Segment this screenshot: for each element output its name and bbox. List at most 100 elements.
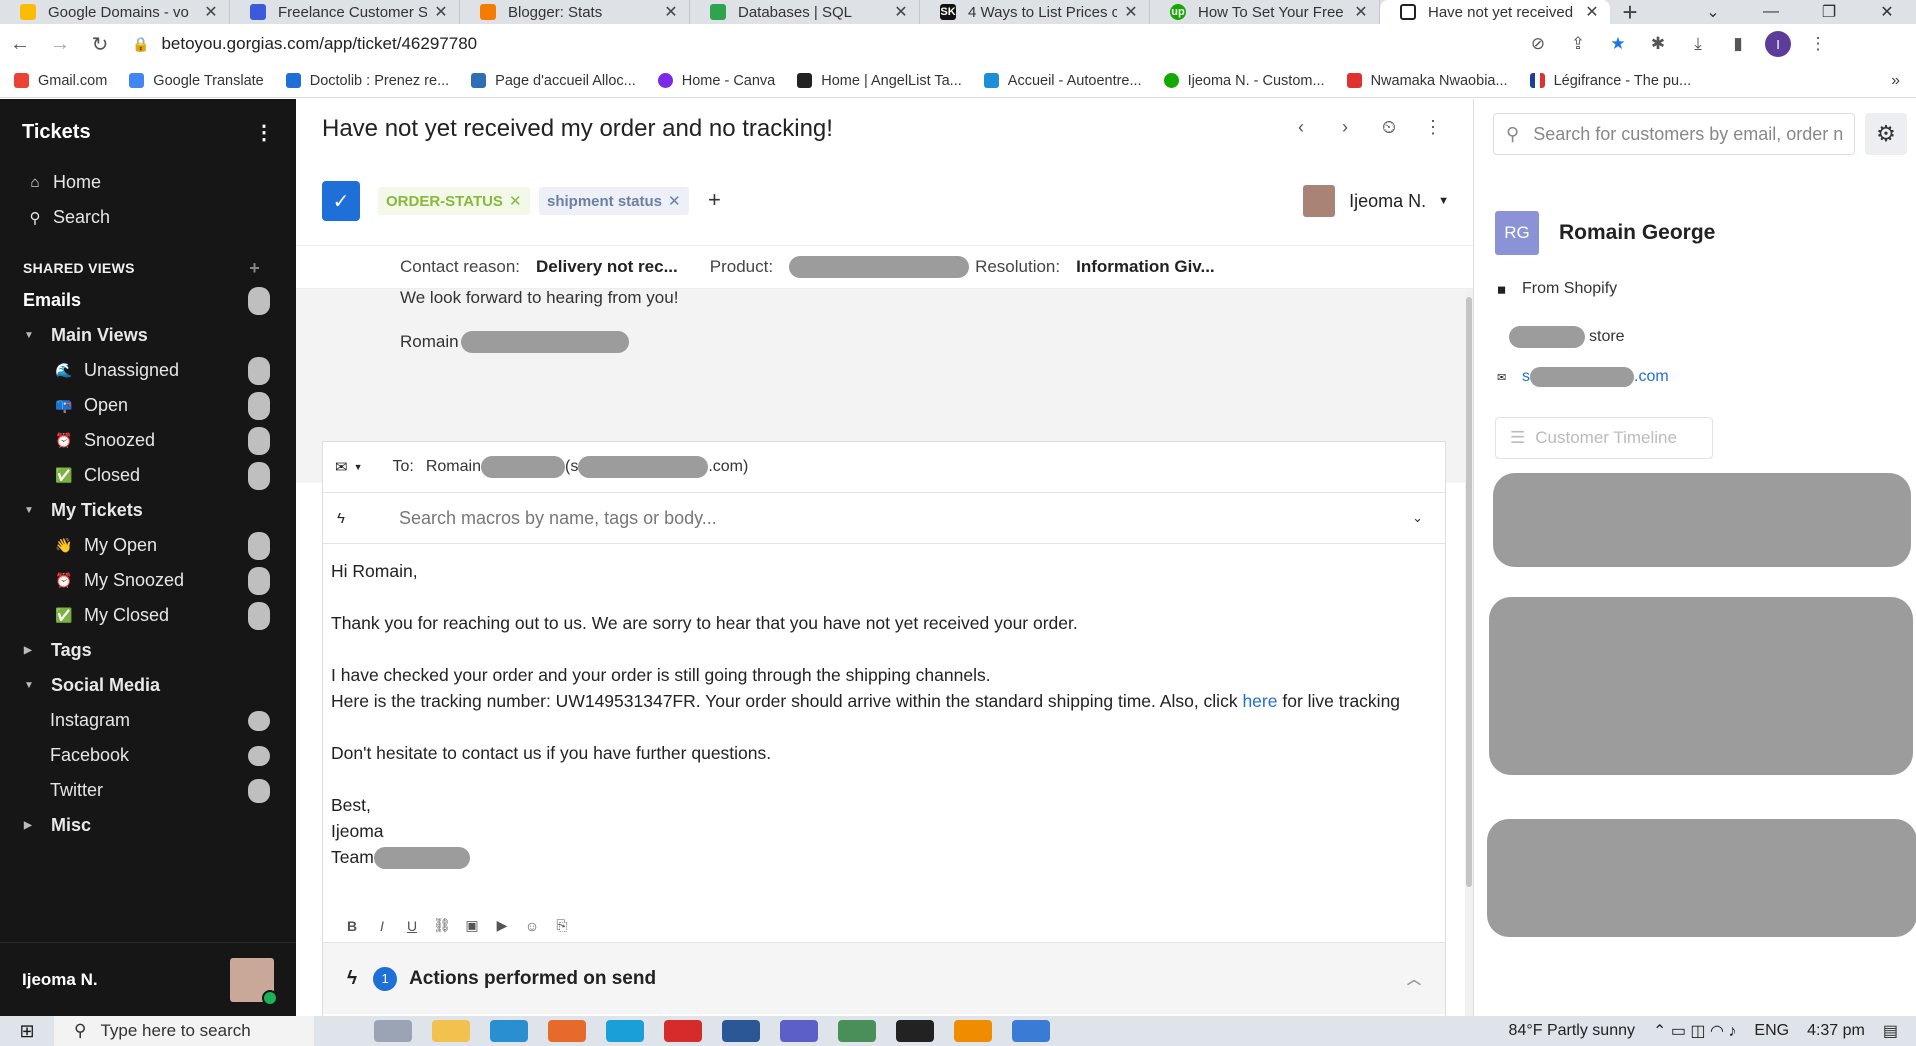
bookmark-item[interactable]: Home | AngelList Ta... bbox=[797, 73, 962, 89]
reload-icon[interactable]: ↻ bbox=[80, 32, 120, 57]
envelope-icon[interactable]: ✉ bbox=[335, 458, 348, 476]
sidebar-item-home[interactable]: ⌂ Home bbox=[0, 165, 296, 200]
task-view-icon[interactable] bbox=[374, 1020, 412, 1042]
customer-search-input[interactable]: ⚲ Search for customers by email, order n bbox=[1493, 113, 1855, 155]
bookmark-item[interactable]: Nwamaka Nwaobia... bbox=[1346, 73, 1508, 89]
forward-icon[interactable]: → bbox=[40, 33, 80, 56]
bookmark-item[interactable]: Page d'accueil Alloc... bbox=[471, 73, 636, 89]
add-tag-button[interactable]: + bbox=[708, 187, 721, 213]
close-tab-icon[interactable]: ✕ bbox=[1123, 2, 1139, 22]
new-tab-button[interactable]: + bbox=[1610, 0, 1650, 25]
add-view-icon[interactable]: + bbox=[249, 258, 260, 279]
tab-search-icon[interactable]: ⌄ bbox=[1684, 2, 1742, 22]
close-tab-icon[interactable]: ✕ bbox=[893, 2, 909, 22]
back-icon[interactable]: ← bbox=[0, 33, 40, 56]
side-panel-icon[interactable]: ▮ bbox=[1718, 34, 1758, 54]
browser-tab-active[interactable]: Have not yet received ✕ bbox=[1380, 0, 1610, 24]
caret-down-icon[interactable]: ▼ bbox=[354, 462, 363, 472]
recipient-field[interactable]: Romain (s .com) bbox=[426, 456, 748, 478]
scrollbar-thumb[interactable] bbox=[1466, 297, 1472, 887]
snooze-icon[interactable]: ⏲ bbox=[1367, 117, 1411, 138]
remove-tag-icon[interactable]: ✕ bbox=[668, 192, 681, 210]
bookmark-star-icon[interactable]: ★ bbox=[1598, 34, 1638, 54]
sidebar-item-open[interactable]: 📪 Open bbox=[0, 388, 296, 423]
tag-order-status[interactable]: ORDER-STATUS ✕ bbox=[378, 187, 530, 215]
edge-icon[interactable] bbox=[490, 1020, 528, 1042]
close-tab-icon[interactable]: ✕ bbox=[1353, 2, 1369, 22]
image-icon[interactable]: ▣ bbox=[457, 917, 487, 934]
teams-icon[interactable] bbox=[780, 1020, 818, 1042]
restore-icon[interactable]: ❐ bbox=[1800, 2, 1858, 22]
sidebar-folder-social-media[interactable]: ▼ Social Media bbox=[0, 668, 296, 703]
sidebar-item-closed[interactable]: ✅ Closed bbox=[0, 458, 296, 493]
firefox-icon[interactable] bbox=[548, 1020, 586, 1042]
browser-tab[interactable]: Blogger: Stats ✕ bbox=[460, 0, 690, 24]
sidebar-item-my-open[interactable]: 👋 My Open bbox=[0, 528, 296, 563]
notion-icon[interactable] bbox=[896, 1020, 934, 1042]
emoji-icon[interactable]: ☺ bbox=[517, 918, 547, 934]
chevron-left-icon[interactable]: ‹ bbox=[1279, 117, 1323, 138]
assignee-dropdown[interactable]: Ijeoma N. ▼ bbox=[1303, 185, 1449, 217]
gear-icon[interactable]: ⚙ bbox=[1865, 113, 1907, 155]
weather-widget[interactable]: 84°F Partly sunny bbox=[1509, 1022, 1635, 1040]
close-tab-icon[interactable]: ✕ bbox=[433, 2, 449, 22]
close-ticket-button[interactable]: ✓ bbox=[322, 181, 360, 221]
sidebar-folder-misc[interactable]: ▶ Misc bbox=[0, 808, 296, 843]
share-icon[interactable]: ⇪ bbox=[1558, 34, 1598, 54]
language-indicator[interactable]: ENG bbox=[1754, 1022, 1789, 1040]
ticket-title[interactable]: Have not yet received my order and no tr… bbox=[322, 115, 833, 143]
customer-name[interactable]: Romain George bbox=[1559, 221, 1715, 245]
message-body[interactable]: Hi Romain, Thank you for reaching out to… bbox=[323, 544, 1445, 870]
browser-tab[interactable]: SK 4 Ways to List Prices c ✕ bbox=[920, 0, 1150, 24]
sidebar-item-search[interactable]: ⚲ Search bbox=[0, 200, 296, 235]
taskbar-search[interactable]: ⚲ Type here to search bbox=[54, 1016, 314, 1046]
sidebar-folder-tags[interactable]: ▶ Tags bbox=[0, 633, 296, 668]
tray-icons[interactable]: ⌃ ▭ ◫ ◠ ♪ bbox=[1653, 1021, 1736, 1041]
eye-off-icon[interactable]: ⊘ bbox=[1518, 34, 1558, 54]
sidebar-item-my-closed[interactable]: ✅ My Closed bbox=[0, 598, 296, 633]
chrome-icon[interactable] bbox=[838, 1020, 876, 1042]
sidebar-item-twitter[interactable]: Twitter bbox=[0, 773, 296, 808]
extensions-icon[interactable]: ✱ bbox=[1638, 34, 1678, 54]
resolution-field[interactable]: Information Giv... bbox=[1076, 257, 1215, 277]
bookmark-item[interactable]: Doctolib : Prenez re... bbox=[285, 73, 449, 89]
photos-icon[interactable] bbox=[1012, 1020, 1050, 1042]
sidebar-group-emails[interactable]: Emails bbox=[0, 283, 296, 318]
italic-icon[interactable]: I bbox=[367, 918, 397, 934]
macro-search[interactable]: ϟ Search macros by name, tags or body...… bbox=[323, 493, 1445, 544]
attachment-icon[interactable]: ⎘ bbox=[547, 917, 577, 934]
file-explorer-icon[interactable] bbox=[432, 1020, 470, 1042]
url-field[interactable]: 🔒 betoyou.gorgias.com/app/ticket/4629778… bbox=[128, 28, 1508, 60]
bookmark-item[interactable]: Google Translate bbox=[129, 73, 264, 89]
skype-icon[interactable] bbox=[606, 1020, 644, 1042]
browser-tab[interactable]: up How To Set Your Free ✕ bbox=[1150, 0, 1380, 24]
actions-on-send[interactable]: ϟ 1 Actions performed on send ︿ bbox=[323, 942, 1445, 1014]
acrobat-icon[interactable] bbox=[664, 1020, 702, 1042]
sidebar-item-my-snoozed[interactable]: ⏰ My Snoozed bbox=[0, 563, 296, 598]
windows-start-icon[interactable]: ⊞ bbox=[0, 1021, 54, 1042]
bold-icon[interactable]: B bbox=[337, 918, 367, 934]
close-window-icon[interactable]: ✕ bbox=[1858, 2, 1916, 22]
sidebar-item-snoozed[interactable]: ⏰ Snoozed bbox=[0, 423, 296, 458]
minimize-icon[interactable]: — bbox=[1742, 3, 1800, 21]
tag-shipment-status[interactable]: shipment status ✕ bbox=[539, 187, 689, 215]
sidebar-folder-main-views[interactable]: ▼ Main Views bbox=[0, 318, 296, 353]
sidebar-item-facebook[interactable]: Facebook bbox=[0, 738, 296, 773]
live-tracking-link[interactable]: here bbox=[1242, 691, 1277, 711]
more-vertical-icon[interactable]: ⋮ bbox=[1411, 117, 1455, 138]
close-tab-icon[interactable]: ✕ bbox=[663, 2, 679, 22]
customer-email[interactable]: ✉ s .com bbox=[1497, 367, 1669, 387]
remove-tag-icon[interactable]: ✕ bbox=[509, 192, 522, 210]
word-icon[interactable] bbox=[722, 1020, 760, 1042]
bookmark-item[interactable]: Home - Canva bbox=[657, 73, 775, 89]
video-icon[interactable]: ▶ bbox=[487, 917, 517, 934]
download-icon[interactable]: ⤓ bbox=[1678, 34, 1718, 54]
sidebar-item-instagram[interactable]: Instagram bbox=[0, 703, 296, 738]
profile-avatar[interactable]: I bbox=[1765, 31, 1791, 57]
browser-tab[interactable]: Google Domains - vo ✕ bbox=[0, 0, 230, 24]
sidebar-item-unassigned[interactable]: 🌊 Unassigned bbox=[0, 353, 296, 388]
vlc-icon[interactable] bbox=[954, 1020, 992, 1042]
more-vertical-icon[interactable]: ⋮ bbox=[254, 120, 274, 145]
bookmark-item[interactable]: Légifrance - The pu... bbox=[1529, 73, 1691, 89]
browser-tab[interactable]: Freelance Customer S ✕ bbox=[230, 0, 460, 24]
